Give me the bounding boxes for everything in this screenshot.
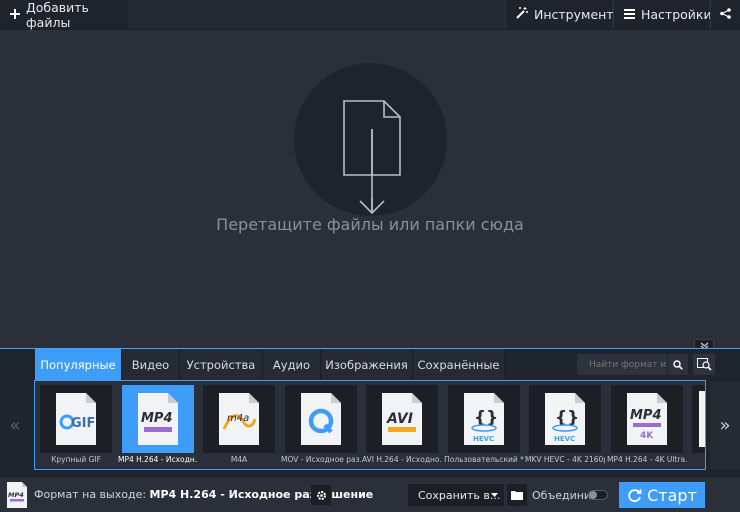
format-settings-button[interactable] [311,485,331,505]
tab-audio[interactable]: Аудио [263,349,321,380]
tab-saved[interactable]: Сохранённые [413,349,505,380]
start-button[interactable]: Старт [619,482,705,508]
caret-down-icon [491,493,498,497]
svg-text:GIF: GIF [71,416,95,431]
svg-text:MP4: MP4 [630,408,662,423]
drop-zone[interactable]: Перетащите файлы или папки сюда [0,30,740,352]
svg-text:HEVC: HEVC [554,435,575,443]
share-button[interactable] [710,0,740,29]
format-label: MOV - Исходное раз... [281,455,361,464]
save-to-label: Сохранить в... [418,488,501,502]
bottom-bar: MP4 Формат на выходе: MP4 H.264 - Исходн… [0,476,740,512]
device-search-icon [696,358,712,371]
mkv-hevc-icon: {} HEVC [545,393,585,445]
add-files-button[interactable]: Добавить файлы [0,0,128,30]
svg-text:m4a: m4a [227,413,249,424]
format-tile: GIF [40,385,112,453]
scroll-right-button[interactable]: » [710,381,740,469]
format-tabs: Популярные Видео Устройства Аудио Изобра… [35,349,505,380]
format-item-custom[interactable]: {} HEVC Пользовательский * [444,385,524,467]
output-format-prefix: Формат на выходе: [34,488,147,501]
drop-circle [294,63,447,216]
format-item-mp4-4k[interactable]: MP4 4K MP4 H.264 - 4K Ultra... [607,385,687,467]
svg-text:HEVC: HEVC [473,435,494,443]
tab-images[interactable]: Изображения [321,349,413,380]
format-item-partial[interactable] [692,385,705,467]
format-tile: m4a [203,385,275,453]
tab-devices[interactable]: Устройства [180,349,263,380]
output-format-icon[interactable]: MP4 [6,481,28,509]
format-tile [692,385,705,453]
tools-button[interactable]: Инструменты [505,0,623,29]
svg-text:MP4: MP4 [8,491,24,499]
format-tile [285,385,357,453]
mp4-4k-icon: MP4 4K [627,393,667,445]
avi-icon: AVI [382,393,422,445]
format-item-m4a[interactable]: m4a M4A [203,385,275,467]
format-label: MP4 H.264 - Исходн... [118,455,198,464]
save-to-dropdown[interactable]: Сохранить в... [408,484,504,506]
format-label: MP4 H.264 - 4K Ultra... [607,455,687,464]
start-label: Старт [647,485,697,505]
search-icon [673,359,683,370]
format-tile: MP4 4K [611,385,683,453]
format-label: AVI H.264 - Исходно... [362,455,442,464]
format-search-input[interactable] [577,354,667,375]
hevc-icon: {} HEVC [464,393,504,445]
scroll-left-button[interactable]: « [0,381,30,469]
format-item-mov[interactable]: MOV - Исходное раз... [281,385,361,467]
svg-text:4K: 4K [640,431,654,441]
format-tile: {} HEVC [448,385,520,453]
format-label: M4A [230,455,248,464]
svg-text:MP4: MP4 [141,411,173,426]
tab-video[interactable]: Видео [122,349,180,380]
format-label: Крупный GIF [51,455,101,464]
settings-label: Настройки [641,7,712,22]
add-files-label: Добавить файлы [26,0,89,30]
drop-hint: Перетащите файлы или папки сюда [216,215,524,234]
format-item-gif[interactable]: GIF Крупный GIF [40,385,112,467]
format-grid: GIF Крупный GIF MP4 MP4 H.264 - Исходн..… [34,380,706,470]
folder-icon [511,491,523,500]
settings-button[interactable]: Настройки [613,0,712,29]
tools-label: Инструменты [534,7,624,22]
format-tile: {} HEVC [529,385,601,453]
plus-icon [10,7,20,22]
m4a-icon: m4a [219,393,259,445]
format-item-mkv-hevc[interactable]: {} HEVC MKV HEVC - 4K 2160p [525,385,605,467]
detect-device-button[interactable] [693,354,715,375]
format-item-mp4[interactable]: MP4 MP4 H.264 - Исходн... [118,385,198,467]
merge-toggle[interactable] [588,490,608,500]
file-download-icon [343,100,401,215]
mp4-icon: MP4 [138,393,178,445]
format-item-avi[interactable]: AVI AVI H.264 - Исходно... [362,385,442,467]
toggle-knob [589,491,597,499]
format-panel: Популярные Видео Устройства Аудио Изобра… [0,348,740,476]
refresh-icon [628,488,642,502]
mov-icon [301,393,341,445]
format-tile: MP4 [122,385,194,453]
gif-icon: GIF [56,393,96,445]
svg-text:AVI: AVI [386,411,413,427]
share-icon [720,7,731,22]
gear-icon [316,490,326,500]
magic-wand-icon [515,6,528,23]
menu-icon [624,7,635,22]
tab-popular[interactable]: Популярные [35,349,122,380]
output-format-value: MP4 H.264 - Исходное разрешение [149,488,374,501]
format-tile: AVI [366,385,438,453]
search-button[interactable] [668,354,688,375]
format-label: MKV HEVC - 4K 2160p [525,455,605,464]
top-toolbar: Добавить файлы Инструменты Настройки [0,0,740,30]
open-folder-button[interactable] [507,484,527,506]
format-label: Пользовательский * [444,455,524,464]
